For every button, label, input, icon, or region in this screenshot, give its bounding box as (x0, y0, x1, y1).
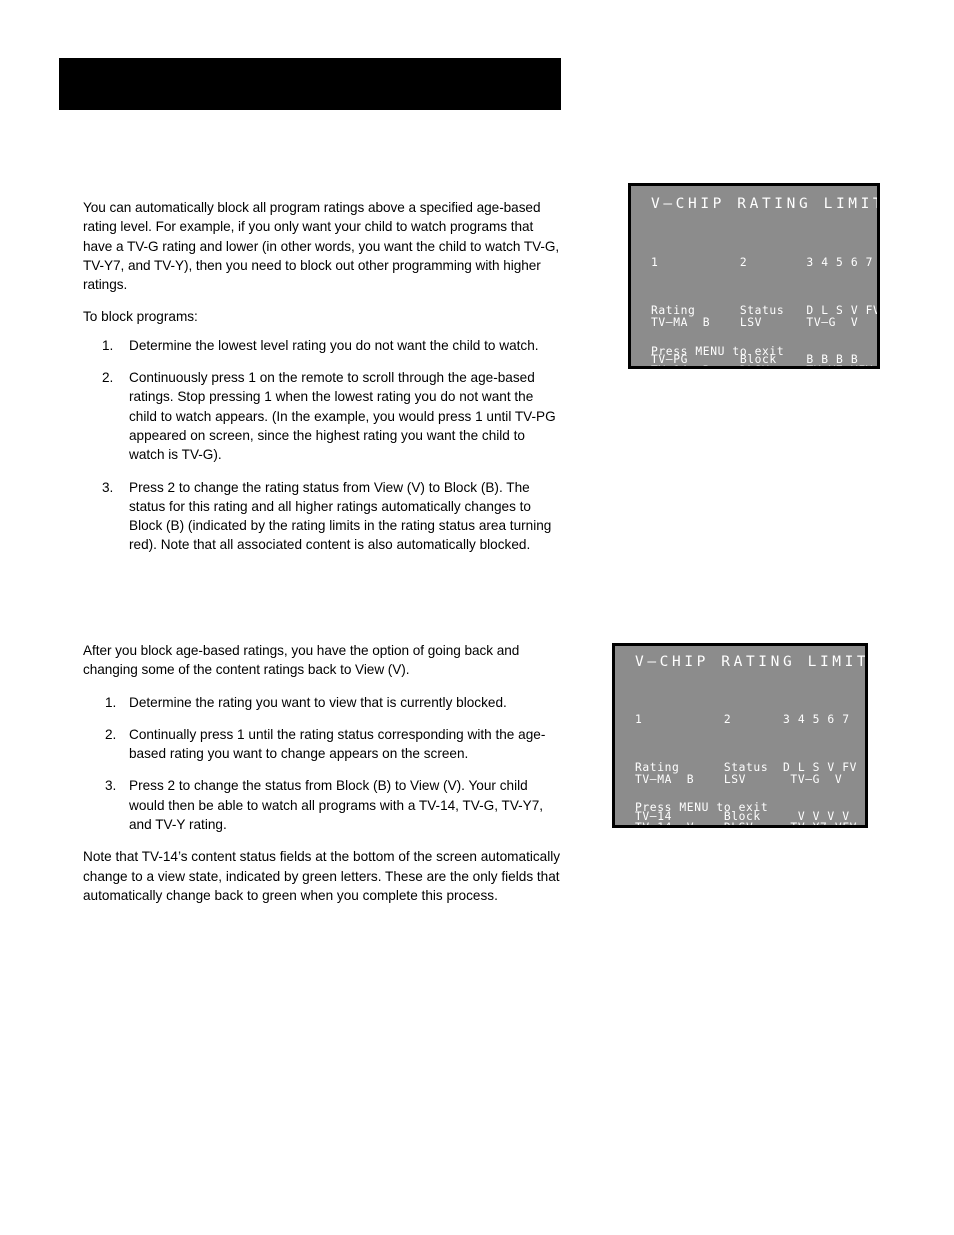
tv-screen-one-column-numbers: 1 2 3 4 5 6 7 (651, 255, 874, 269)
step-text: Continually press 1 until the rating sta… (129, 726, 546, 762)
list-item: 2. Continually press 1 until the rating … (83, 725, 563, 764)
tv-screen-vchip-rating-limit-blocked: V–CHIP RATING LIMIT 1 2 3 4 5 6 7 Rating… (628, 183, 880, 369)
step-text: Determine the rating you want to view th… (129, 694, 507, 710)
tv-screen-one-rating-row-14: TV–14 B DLSV TV–Y7 VFV (651, 363, 873, 366)
instructions-section-two: After you block age-based ratings, you h… (83, 641, 563, 905)
list-item: 3. Press 2 to change the rating status f… (83, 478, 563, 555)
step-number: 3. (105, 778, 117, 794)
section-one-intro-paragraph: You can automatically block all program … (83, 200, 560, 293)
tv-screen-one-footer: Press MENU to exit (651, 345, 785, 358)
tv-screen-one-rating-row-ma: TV–MA B LSV TV–G V (651, 315, 859, 329)
instructions-section-one: You can automatically block all program … (83, 198, 563, 568)
section-two-intro-paragraph: After you block age-based ratings, you h… (83, 643, 520, 678)
step-number: 2. (105, 726, 117, 742)
step-number: 2. (102, 370, 114, 386)
tv-screen-two-rating-row-ma: TV–MA B LSV TV–G V (635, 772, 843, 786)
tv-screen-two-rating-row-14: TV–14 V DLSV TV–Y7 VFV (635, 821, 858, 828)
step-number: 1. (105, 694, 117, 710)
list-item: 3. Press 2 to change the status from Blo… (83, 776, 563, 834)
section-two-note-paragraph: Note that TV-14’s content status fields … (83, 849, 561, 903)
tv-screen-two-column-numbers: 1 2 3 4 5 6 7 (635, 712, 850, 726)
step-text: Determine the lowest level rating you do… (129, 337, 539, 353)
page-header-bar (59, 58, 561, 110)
step-number: 1. (102, 337, 114, 353)
tv-screen-two-footer: Press MENU to exit (635, 801, 769, 814)
section-one-lead-in: To block programs: (83, 309, 198, 325)
list-item: 1. Determine the rating you want to view… (83, 693, 563, 712)
list-item: 1. Determine the lowest level rating you… (83, 336, 563, 355)
step-text: Press 2 to change the status from Block … (129, 778, 544, 833)
step-text: Press 2 to change the rating status from… (129, 479, 552, 553)
section-one-steps-list: 1. Determine the lowest level rating you… (83, 336, 563, 555)
tv-screen-two-title: V–CHIP RATING LIMIT (635, 654, 868, 670)
step-text: Continuously press 1 on the remote to sc… (129, 370, 556, 463)
section-two-steps-list: 1. Determine the rating you want to view… (83, 693, 563, 835)
list-item: 2. Continuously press 1 on the remote to… (83, 368, 563, 464)
step-number: 3. (102, 479, 114, 495)
tv-screen-vchip-rating-limit-view: V–CHIP RATING LIMIT 1 2 3 4 5 6 7 Rating… (612, 643, 868, 828)
tv-screen-one-title: V–CHIP RATING LIMIT (651, 196, 880, 212)
